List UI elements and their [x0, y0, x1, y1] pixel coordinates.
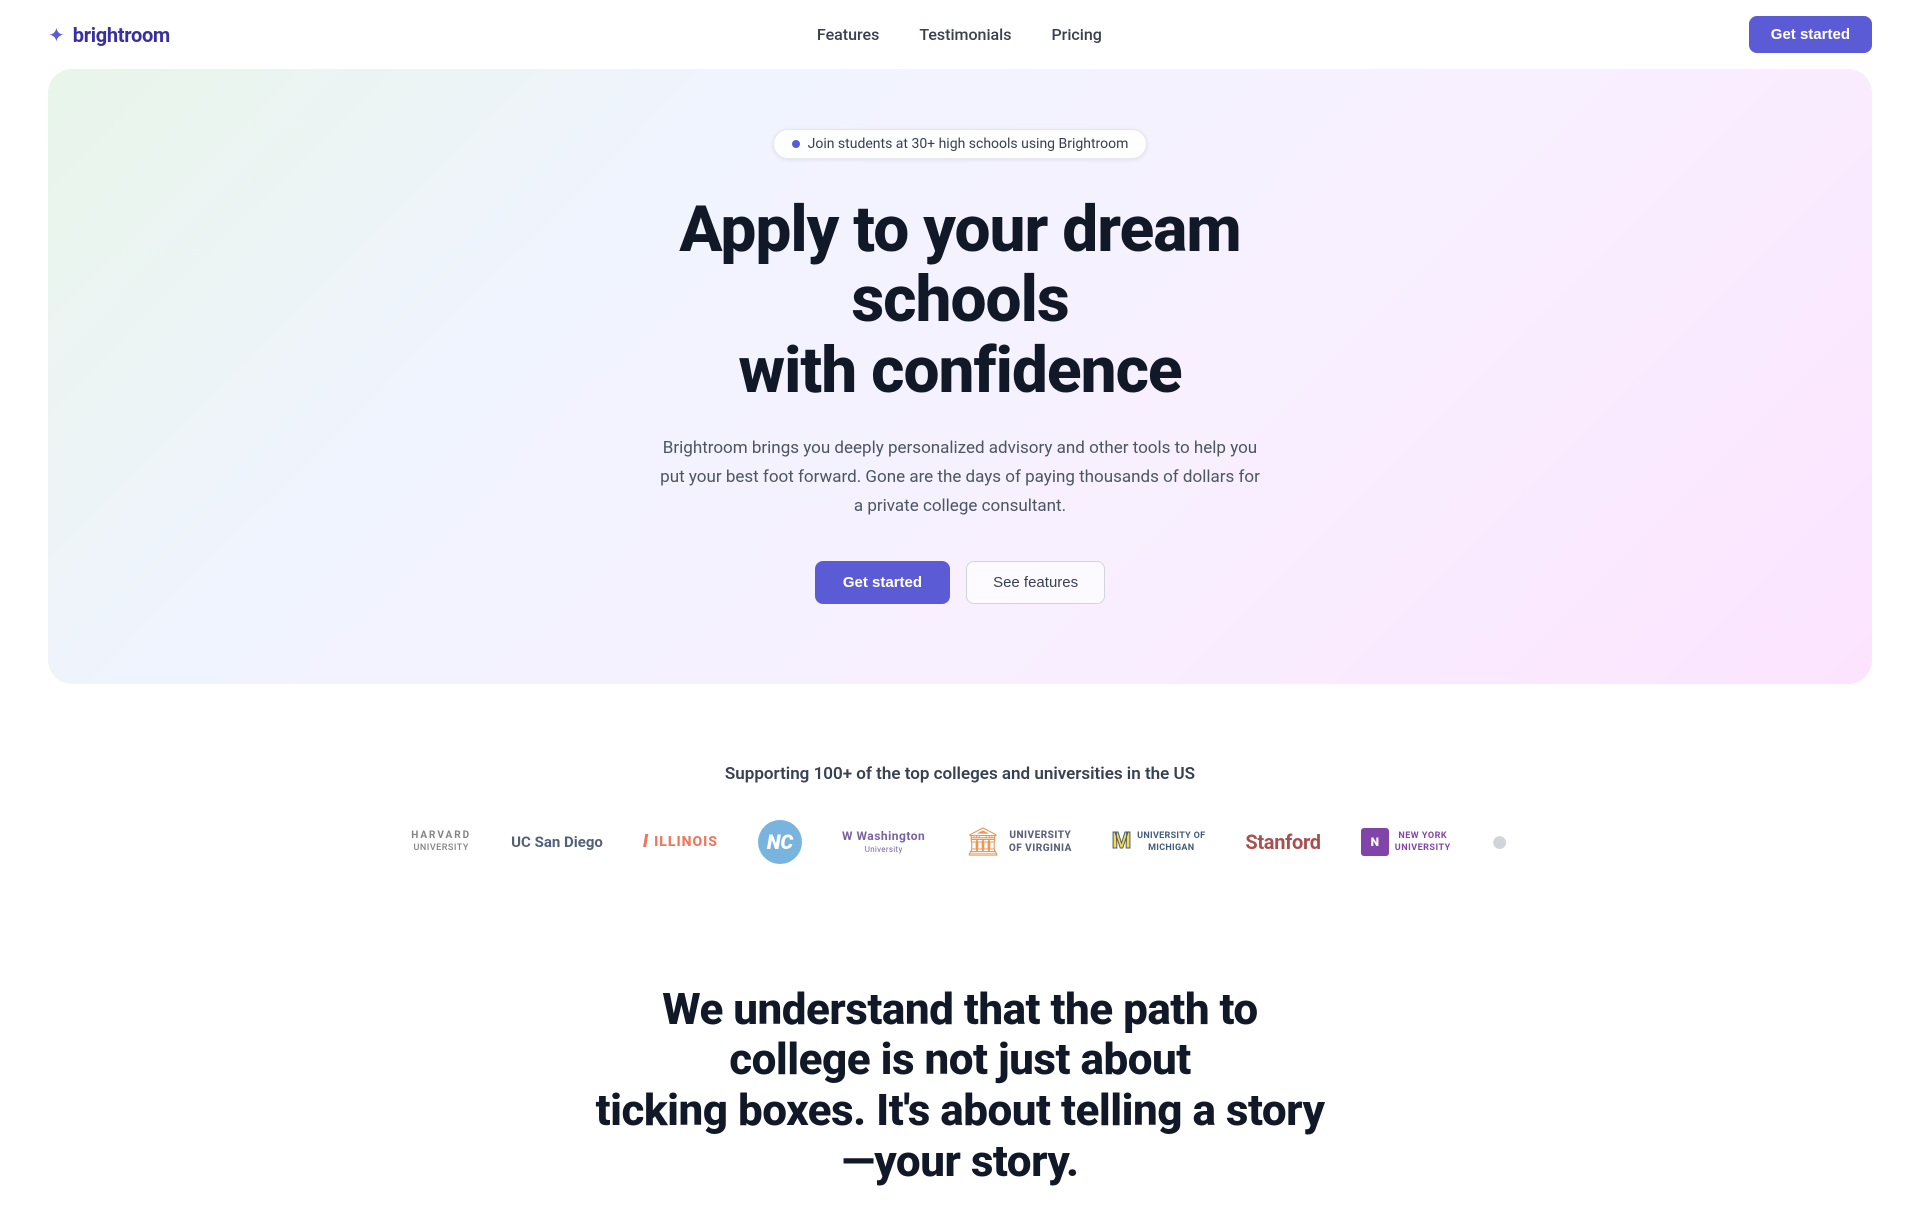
stanford-logo: Stanford — [1245, 830, 1320, 854]
get-started-hero-button[interactable]: Get started — [815, 561, 950, 604]
michigan-logo: M UNIVERSITY OF MICHIGAN — [1112, 829, 1205, 854]
get-started-nav-button[interactable]: Get started — [1749, 16, 1872, 53]
universities-section: Supporting 100+ of the top colleges and … — [0, 724, 1920, 904]
nav-testimonials[interactable]: Testimonials — [919, 25, 1011, 44]
logo-icon: ✦ — [48, 23, 65, 47]
partial-logo: ● — [1491, 824, 1509, 859]
badge-dot — [792, 140, 800, 148]
hero-section: Join students at 30+ high schools using … — [48, 69, 1872, 684]
hero-buttons: Get started See features — [68, 561, 1852, 604]
nav-pricing[interactable]: Pricing — [1051, 25, 1101, 44]
nyu-logo: N NEW YORK UNIVERSITY — [1361, 828, 1451, 856]
badge-text: Join students at 30+ high schools using … — [808, 136, 1129, 152]
logo-link[interactable]: ✦ brightroom — [48, 23, 170, 47]
hero-title: Apply to your dream schools with confide… — [570, 195, 1350, 406]
ucsd-logo: UC San Diego — [511, 833, 603, 851]
see-features-button[interactable]: See features — [966, 561, 1105, 604]
uva-logo: 🏛 UNIVERSITY OF VIRGINIA — [965, 825, 1072, 858]
bottom-section: We understand that the path to college i… — [0, 904, 1920, 1226]
nav-features[interactable]: Features — [817, 25, 879, 44]
unc-logo: NC — [758, 820, 802, 864]
navbar: ✦ brightroom Features Testimonials Prici… — [0, 0, 1920, 69]
washington-logo: W Washington University — [842, 829, 925, 854]
nav-links: Features Testimonials Pricing — [817, 25, 1102, 44]
hero-subtitle: Brightroom brings you deeply personalize… — [660, 434, 1260, 521]
hero-badge: Join students at 30+ high schools using … — [773, 129, 1148, 159]
universities-title: Supporting 100+ of the top colleges and … — [48, 764, 1872, 784]
bottom-title: We understand that the path to college i… — [590, 984, 1330, 1186]
logo-text: brightroom — [73, 23, 170, 47]
harvard-logo: HARVARD UNIVERSITY — [411, 830, 471, 853]
universities-logos: HARVARD UNIVERSITY UC San Diego I ILLINO… — [48, 820, 1872, 864]
illinois-logo: I ILLINOIS — [643, 831, 718, 852]
